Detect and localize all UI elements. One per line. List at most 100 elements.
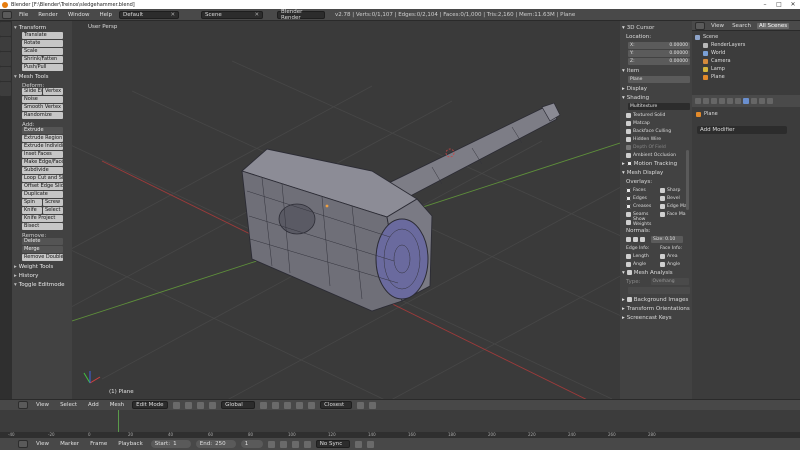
- layout-select[interactable]: Default ✕: [119, 10, 180, 19]
- start-frame-field[interactable]: Start: 1: [150, 440, 191, 448]
- toggle-editmode-header[interactable]: ▾ Toggle Editmode: [14, 280, 70, 289]
- jump-end-icon[interactable]: [303, 440, 311, 448]
- sync-mode-select[interactable]: No Sync: [315, 440, 350, 448]
- ambient-occlusion-checkbox[interactable]: Ambient Occlusion: [622, 151, 690, 159]
- creases-checkbox[interactable]: Creases: [622, 202, 656, 210]
- delete-dropdown[interactable]: Delete: [22, 238, 63, 245]
- slide-edge-button[interactable]: Slide Ed: [22, 88, 42, 95]
- loop-cut-button[interactable]: Loop Cut and Slide: [22, 175, 63, 182]
- proportional-editing-icon[interactable]: [308, 401, 316, 409]
- timeline-view-menu[interactable]: View: [33, 441, 52, 447]
- close-icon[interactable]: ✕: [170, 12, 175, 18]
- scene-select[interactable]: Scene ✕: [201, 10, 264, 19]
- outliner-item[interactable]: Plane: [695, 73, 797, 81]
- inset-faces-button[interactable]: Inset Faces: [22, 151, 63, 158]
- mode-select[interactable]: Edit Mode: [132, 401, 169, 409]
- remove-doubles-button[interactable]: Remove Doubles: [22, 254, 63, 261]
- jump-start-icon[interactable]: [267, 440, 275, 448]
- current-frame-field[interactable]: 1: [240, 440, 263, 448]
- transform-orientations-header[interactable]: ▸ Transform Orientations: [622, 304, 690, 313]
- keying-set-icon[interactable]: [366, 440, 374, 448]
- viewport-shading-icon[interactable]: [173, 401, 181, 409]
- cursor-y-field[interactable]: Y: 0.00000: [628, 50, 690, 57]
- layers-tab-icon[interactable]: [703, 98, 709, 104]
- face-marks-checkbox[interactable]: Face Ma: [656, 210, 690, 218]
- edge-marks-checkbox[interactable]: Edge Ma: [656, 202, 690, 210]
- snap-target-select[interactable]: Closest: [320, 401, 353, 409]
- smooth-vertex-button[interactable]: Smooth Vertex: [22, 104, 63, 111]
- bevel-checkbox[interactable]: Bevel: [656, 194, 690, 202]
- outliner-display-mode[interactable]: All Scenes: [756, 22, 790, 29]
- length-checkbox[interactable]: Length: [622, 252, 656, 260]
- transform-orientation-select[interactable]: Global: [221, 401, 256, 409]
- outliner-item[interactable]: Lamp: [695, 65, 797, 73]
- menu-render[interactable]: Render: [35, 12, 61, 18]
- subdivide-button[interactable]: Subdivide: [22, 167, 63, 174]
- data-tab-icon[interactable]: [751, 98, 757, 104]
- display-panel-header[interactable]: ▸ Display: [622, 84, 690, 93]
- vertex-select-icon[interactable]: [260, 401, 268, 409]
- push-pull-button[interactable]: Push/Pull: [22, 64, 63, 71]
- cursor-z-field[interactable]: Z: 0.00000: [628, 58, 690, 65]
- faces-checkbox[interactable]: Faces: [622, 186, 656, 194]
- area-checkbox[interactable]: Area: [656, 252, 690, 260]
- merge-dropdown[interactable]: Merge: [22, 246, 63, 253]
- outliner-item[interactable]: Camera: [695, 57, 797, 65]
- close-icon[interactable]: ✕: [254, 12, 259, 18]
- minimize-icon[interactable]: –: [758, 1, 772, 8]
- mesh-display-header[interactable]: ▾ Mesh Display: [622, 168, 690, 177]
- normal-size-field[interactable]: Size: 0.10: [651, 236, 683, 243]
- timeline-marker-menu[interactable]: Marker: [57, 441, 82, 447]
- outliner-item[interactable]: World: [695, 49, 797, 57]
- checkbox-icon[interactable]: [626, 161, 632, 166]
- close-icon[interactable]: ✕: [786, 1, 800, 8]
- tab-create[interactable]: [0, 37, 11, 51]
- make-edge-face-button[interactable]: Make Edge/Face: [22, 159, 63, 166]
- render-tab-icon[interactable]: [695, 98, 701, 104]
- material-tab-icon[interactable]: [759, 98, 765, 104]
- item-name-field[interactable]: Plane: [628, 76, 690, 83]
- history-header[interactable]: ▸ History: [14, 271, 70, 280]
- textured-solid-checkbox[interactable]: Textured Solid: [622, 111, 690, 119]
- screw-button[interactable]: Screw: [43, 199, 63, 206]
- outliner-item[interactable]: RenderLayers: [695, 41, 797, 49]
- background-images-header[interactable]: ▸ Background Images: [622, 295, 690, 304]
- translate-button[interactable]: Translate: [22, 32, 63, 39]
- cursor-x-field[interactable]: X: 0.00000: [628, 42, 690, 49]
- constraints-tab-icon[interactable]: [735, 98, 741, 104]
- checkbox-icon[interactable]: [626, 270, 632, 275]
- face-normals-icon[interactable]: [640, 237, 645, 242]
- render-engine-select[interactable]: Blender Render: [277, 9, 326, 21]
- menu-window[interactable]: Window: [65, 12, 93, 18]
- menu-help[interactable]: Help: [97, 12, 116, 18]
- limit-selection-icon[interactable]: [296, 401, 304, 409]
- extrude-region-button[interactable]: Extrude Region: [22, 135, 63, 142]
- split-normals-icon[interactable]: [633, 237, 638, 242]
- mesh-tools-header[interactable]: ▾ Mesh Tools: [14, 72, 70, 81]
- timeline-playback-menu[interactable]: Playback: [115, 441, 146, 447]
- render-preview-icon[interactable]: [369, 401, 377, 409]
- hidden-wire-checkbox[interactable]: Hidden Wire: [622, 135, 690, 143]
- bisect-button[interactable]: Bisect: [22, 223, 63, 230]
- vertex-slide-button[interactable]: Vertex: [43, 88, 63, 95]
- mesh-analysis-header[interactable]: ▾ Mesh Analysis: [622, 268, 690, 277]
- scale-button[interactable]: Scale: [22, 48, 63, 55]
- randomize-button[interactable]: Randomize: [22, 112, 63, 119]
- sharp-checkbox[interactable]: Sharp: [656, 186, 690, 194]
- offset-edge-slide-button[interactable]: Offset Edge Slide: [22, 183, 63, 190]
- spin-button[interactable]: Spin: [22, 199, 42, 206]
- manipulator-icon[interactable]: [197, 401, 205, 409]
- shading-panel-header[interactable]: ▾ Shading: [622, 93, 690, 102]
- tab-shading[interactable]: [0, 52, 11, 66]
- end-frame-field[interactable]: End: 250: [195, 440, 236, 448]
- pivot-point-icon[interactable]: [185, 401, 193, 409]
- play-reverse-icon[interactable]: [279, 440, 287, 448]
- scene-tab-icon[interactable]: [711, 98, 717, 104]
- screencast-keys-header[interactable]: ▸ Screencast Keys: [622, 313, 690, 322]
- vertex-normals-icon[interactable]: [626, 237, 631, 242]
- editor-type-icon[interactable]: [18, 401, 28, 409]
- texture-tab-icon[interactable]: [767, 98, 773, 104]
- checkbox-icon[interactable]: [626, 297, 632, 302]
- modifiers-tab-icon[interactable]: [743, 98, 749, 104]
- show-weights-checkbox[interactable]: Show Weights: [622, 217, 656, 227]
